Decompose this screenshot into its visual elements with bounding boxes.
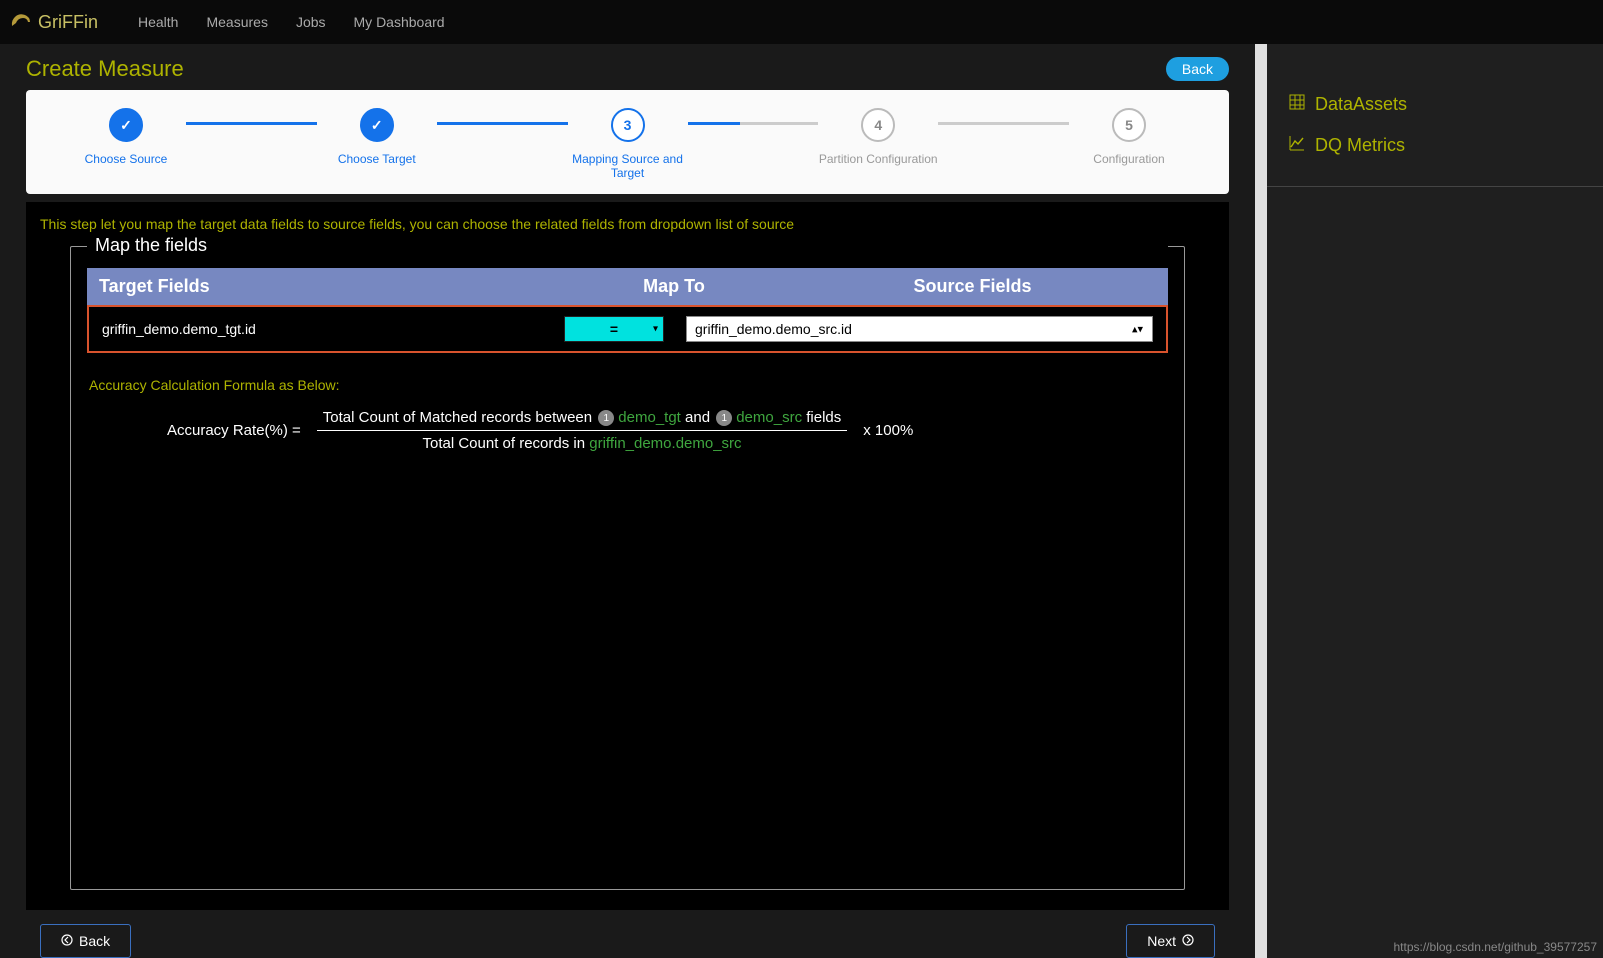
step-choose-target[interactable]: ✓ Choose Target bbox=[317, 108, 437, 166]
step-number: 5 bbox=[1112, 108, 1146, 142]
top-nav: GriFFin Health Measures Jobs My Dashboar… bbox=[0, 0, 1603, 44]
prev-button[interactable]: Back bbox=[40, 924, 131, 958]
step-number: 4 bbox=[861, 108, 895, 142]
fieldset-legend: Map the fields bbox=[87, 235, 1168, 256]
prev-button-label: Back bbox=[79, 933, 110, 949]
next-button[interactable]: Next bbox=[1126, 924, 1215, 958]
brand-text: GriFFin bbox=[38, 12, 98, 33]
scrollbar[interactable] bbox=[1255, 44, 1267, 958]
arrow-right-icon bbox=[1182, 933, 1194, 949]
sidebar-label: DataAssets bbox=[1315, 94, 1407, 115]
map-row: griffin_demo.demo_tgt.id = ▾ griffin_dem… bbox=[92, 310, 1163, 348]
formula-lhs: Accuracy Rate(%) = bbox=[167, 422, 301, 439]
formula-numerator: Total Count of Matched records between 1… bbox=[317, 409, 847, 431]
formula-title: Accuracy Calculation Formula as Below: bbox=[89, 377, 1168, 393]
badge-1-icon: 1 bbox=[598, 410, 614, 426]
step-label: Choose Source bbox=[85, 152, 168, 166]
check-icon: ✓ bbox=[109, 108, 143, 142]
right-sidebar: DataAssets DQ Metrics bbox=[1267, 44, 1603, 958]
accuracy-formula: Accuracy Rate(%) = Total Count of Matche… bbox=[167, 409, 1168, 452]
step-label: Choose Target bbox=[338, 152, 416, 166]
chart-icon bbox=[1289, 135, 1305, 156]
demo-tgt-link[interactable]: demo_tgt bbox=[618, 409, 681, 426]
nav-jobs[interactable]: Jobs bbox=[296, 14, 326, 30]
demo-full-src-link[interactable]: griffin_demo.demo_src bbox=[589, 435, 741, 452]
griffin-icon bbox=[10, 10, 32, 35]
grid-icon bbox=[1289, 94, 1305, 115]
sidebar-item-dqmetrics[interactable]: DQ Metrics bbox=[1267, 125, 1603, 166]
next-button-label: Next bbox=[1147, 933, 1176, 949]
nav-health[interactable]: Health bbox=[138, 14, 178, 30]
step-number: 3 bbox=[611, 108, 645, 142]
map-table-header: Target Fields Map To Source Fields bbox=[87, 268, 1168, 305]
source-select-wrap[interactable]: griffin_demo.demo_src.id ▴▾ bbox=[686, 316, 1153, 342]
help-text: This step let you map the target data fi… bbox=[40, 216, 1215, 232]
step-label: Mapping Source and Target bbox=[568, 152, 688, 180]
source-field-select[interactable]: griffin_demo.demo_src.id bbox=[686, 316, 1153, 342]
page-title: Create Measure bbox=[26, 56, 184, 82]
step-configuration[interactable]: 5 Configuration bbox=[1069, 108, 1189, 166]
header-source: Source Fields bbox=[789, 276, 1156, 297]
step-partition-config[interactable]: 4 Partition Configuration bbox=[818, 108, 938, 166]
check-icon: ✓ bbox=[360, 108, 394, 142]
step-label: Partition Configuration bbox=[819, 152, 938, 166]
sidebar-label: DQ Metrics bbox=[1315, 135, 1405, 156]
stepper: ✓ Choose Source ✓ Choose Target 3 Mappin… bbox=[26, 90, 1229, 194]
header-mapto: Map To bbox=[559, 276, 789, 297]
operator-select[interactable]: = bbox=[564, 316, 664, 342]
brand-logo[interactable]: GriFFin bbox=[10, 10, 98, 35]
header-target: Target Fields bbox=[99, 276, 559, 297]
nav-measures[interactable]: Measures bbox=[206, 14, 267, 30]
formula-x100: x 100% bbox=[863, 422, 913, 439]
formula-denominator: Total Count of records in griffin_demo.d… bbox=[422, 431, 741, 452]
back-button[interactable]: Back bbox=[1166, 57, 1229, 81]
watermark: https://blog.csdn.net/github_39577257 bbox=[1394, 940, 1598, 954]
operator-select-wrap[interactable]: = ▾ bbox=[564, 316, 664, 342]
demo-src-link[interactable]: demo_src bbox=[736, 409, 802, 426]
target-field-value: griffin_demo.demo_tgt.id bbox=[102, 321, 552, 337]
sidebar-item-dataassets[interactable]: DataAssets bbox=[1267, 84, 1603, 125]
nav-my-dashboard[interactable]: My Dashboard bbox=[354, 14, 445, 30]
step-choose-source[interactable]: ✓ Choose Source bbox=[66, 108, 186, 166]
badge-1-icon: 1 bbox=[716, 410, 732, 426]
step-mapping[interactable]: 3 Mapping Source and Target bbox=[568, 108, 688, 180]
step-label: Configuration bbox=[1093, 152, 1164, 166]
map-fields-group: Map the fields Target Fields Map To Sour… bbox=[70, 246, 1185, 890]
arrow-left-icon bbox=[61, 933, 73, 949]
